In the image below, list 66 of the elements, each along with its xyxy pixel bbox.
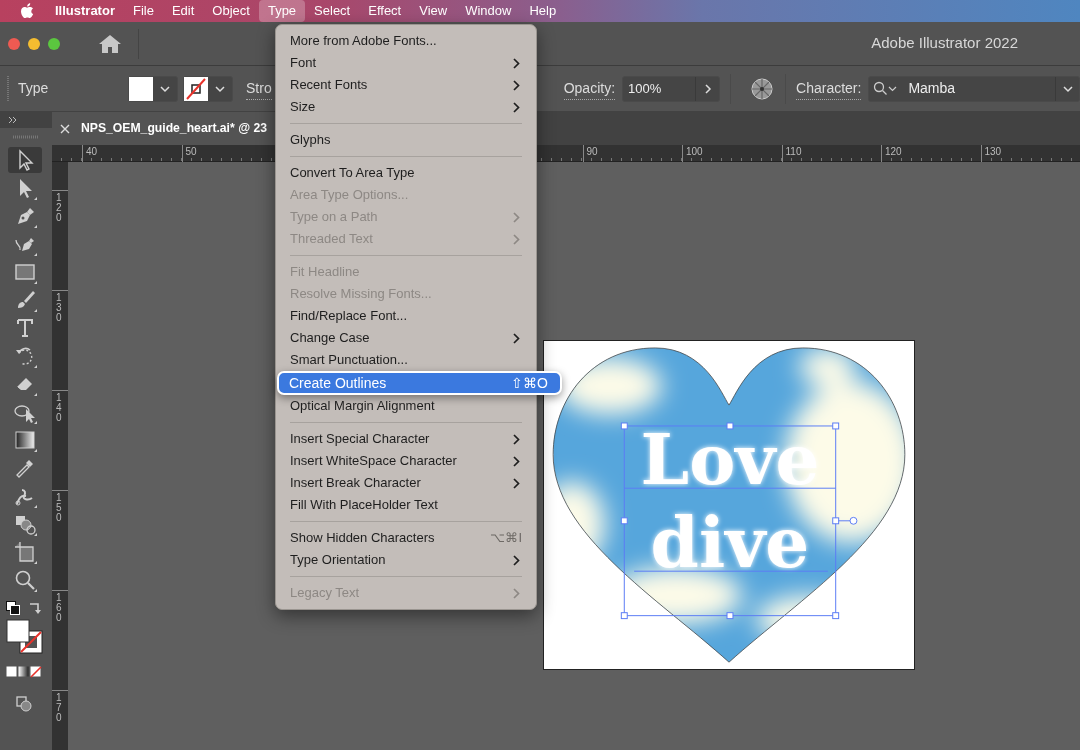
- menu-item[interactable]: Convert To Area Type: [276, 162, 536, 184]
- chevron-down-icon: [1061, 84, 1074, 93]
- ruler-label: 160: [56, 593, 63, 623]
- zoom-tool-icon[interactable]: [13, 568, 37, 592]
- chevron-down-icon: [214, 85, 226, 94]
- menubar-item[interactable]: Window: [456, 0, 521, 22]
- double-chevron-icon[interactable]: [8, 116, 18, 124]
- menu-item[interactable]: Type Orientation: [276, 549, 536, 571]
- menu-item[interactable]: Recent Fonts: [276, 74, 536, 96]
- fill-swatch-icon: [129, 76, 153, 101]
- menu-item[interactable]: Create Outlines ⇧⌘O: [277, 371, 562, 395]
- menu-item[interactable]: Change Case: [276, 327, 536, 349]
- character-label[interactable]: Character:: [796, 77, 862, 100]
- ruler-label: 150: [56, 493, 63, 523]
- home-icon[interactable]: [98, 32, 122, 55]
- font-field[interactable]: Mamba: [868, 75, 1080, 102]
- menu-item[interactable]: Find/Replace Font...: [276, 305, 536, 327]
- swap-colors-icon[interactable]: [28, 601, 42, 615]
- ruler-label: 140: [56, 393, 63, 423]
- menu-item[interactable]: Insert Special Character: [276, 428, 536, 450]
- panel-grip-icon: [6, 74, 10, 103]
- artwork-text: dive: [650, 502, 810, 584]
- opacity-label[interactable]: Opacity:: [563, 77, 616, 100]
- gradient-tool-icon[interactable]: [13, 428, 37, 452]
- menu-item[interactable]: Insert Break Character: [276, 472, 536, 494]
- ruler-label: 170: [56, 693, 63, 723]
- window-title: Adobe Illustrator 2022: [871, 33, 1018, 54]
- menu-item[interactable]: More from Adobe Fonts...: [276, 30, 536, 52]
- zoom-button[interactable]: [48, 37, 60, 50]
- menubar-item[interactable]: View: [410, 0, 457, 22]
- menubar-item[interactable]: Help: [520, 0, 566, 22]
- menu-item[interactable]: Fill With PlaceHolder Text: [276, 494, 536, 516]
- globe-icon[interactable]: [751, 77, 774, 100]
- menubar-item[interactable]: Object: [203, 0, 259, 22]
- ruler-label: 130: [56, 293, 63, 323]
- color-mode-icon[interactable]: [6, 665, 42, 678]
- close-icon[interactable]: [60, 123, 70, 134]
- stroke-label[interactable]: Stro: [246, 77, 272, 100]
- menubar-item[interactable]: Type: [258, 0, 306, 22]
- fill-stroke-swatches-icon[interactable]: [6, 619, 44, 655]
- shortcut-label: ⌥⌘I: [490, 529, 522, 548]
- stroke-swatch-icon: [184, 76, 208, 101]
- menubar-item[interactable]: File: [123, 0, 163, 22]
- menubar-item[interactable]: Edit: [162, 0, 204, 22]
- menu-item[interactable]: Optical Margin Alignment: [276, 395, 536, 417]
- chevron-down-icon: [159, 85, 171, 94]
- stroke-swatch-dropdown[interactable]: [183, 75, 233, 102]
- apple-logo-icon[interactable]: [20, 3, 34, 19]
- app-menu[interactable]: Illustrator: [46, 0, 124, 22]
- panel-grip-icon: [12, 134, 40, 139]
- draw-mode-icon[interactable]: [16, 695, 32, 712]
- opacity-field[interactable]: 100%: [622, 75, 721, 102]
- artboard-tool-icon[interactable]: [13, 540, 37, 564]
- menubar-item[interactable]: Effect: [359, 0, 411, 22]
- menu-item[interactable]: Smart Punctuation...: [276, 349, 536, 371]
- ruler-label: 120: [56, 193, 63, 223]
- shortcut-label: ⇧⌘O: [511, 373, 548, 393]
- menu-item[interactable]: Font: [276, 52, 536, 74]
- selection-label: Type: [18, 79, 50, 98]
- minimize-button[interactable]: [28, 37, 40, 50]
- default-colors-icon[interactable]: [6, 601, 20, 615]
- menu-item[interactable]: Insert WhiteSpace Character: [276, 450, 536, 472]
- fill-swatch-dropdown[interactable]: [128, 75, 178, 102]
- menubar-item[interactable]: Select: [305, 0, 360, 22]
- chevron-right-icon: [703, 82, 712, 95]
- menu-item[interactable]: Show Hidden Characters ⌥⌘I: [276, 527, 536, 549]
